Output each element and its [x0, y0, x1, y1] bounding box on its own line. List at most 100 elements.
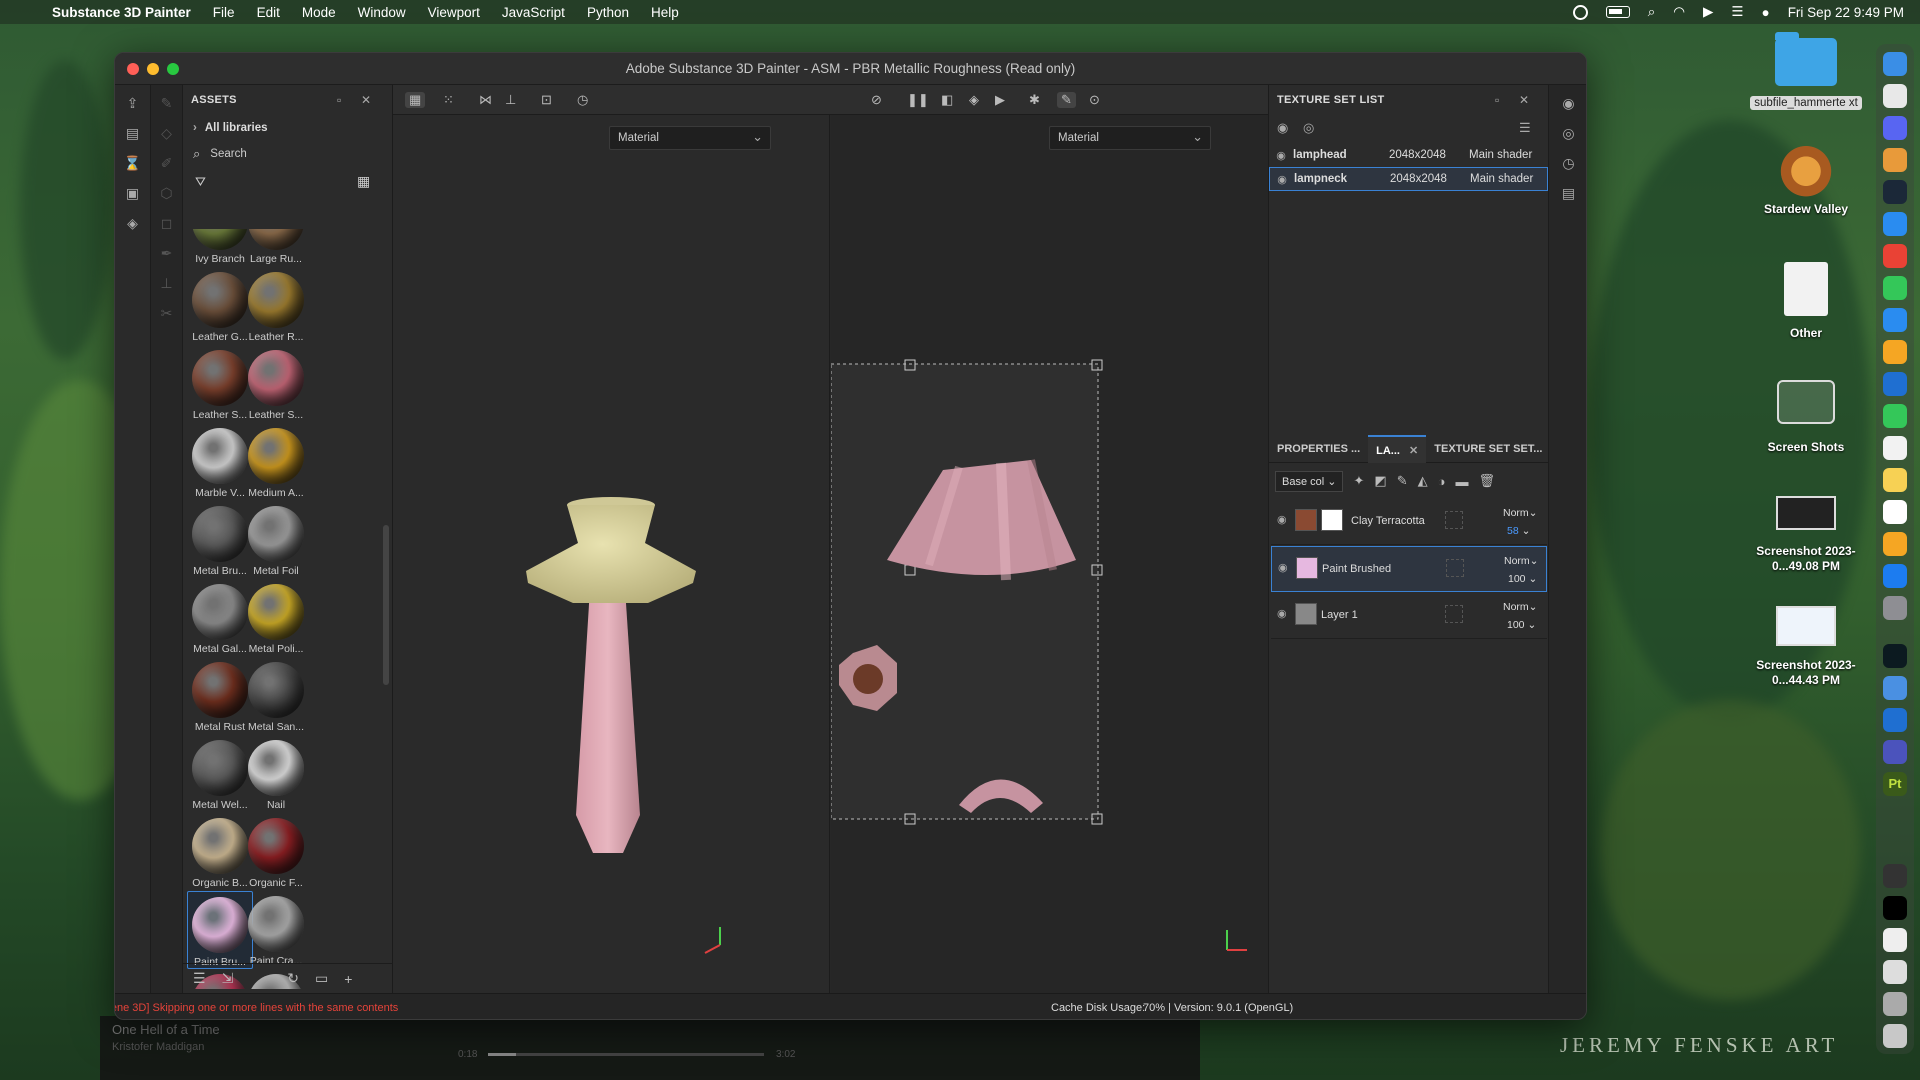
layer-mask-slot[interactable]	[1445, 605, 1463, 623]
blend-mode-dropdown[interactable]: Norm⌄	[1503, 507, 1537, 519]
filter-icon[interactable]: ⛛	[195, 174, 206, 190]
app-icon[interactable]	[1883, 708, 1907, 732]
asset-tile[interactable]: Organic F...	[243, 813, 309, 891]
window-thumb-icon[interactable]	[1883, 864, 1907, 888]
calendar-icon[interactable]	[1883, 436, 1907, 460]
app-store-icon[interactable]	[1883, 564, 1907, 588]
steam-icon[interactable]	[1883, 180, 1907, 204]
eye-toggle-icon[interactable]: ◉	[1277, 120, 1288, 136]
popout-icon[interactable]: ▫	[337, 93, 342, 107]
close-icon[interactable]: ✕	[1409, 445, 1418, 457]
display-settings-icon[interactable]: ◎	[1559, 125, 1579, 141]
library-selector[interactable]: › All libraries	[183, 115, 392, 141]
align-icon[interactable]: ⊥	[505, 92, 516, 108]
asset-tile[interactable]: Leather S...	[243, 345, 309, 423]
camera-icon[interactable]: ▶	[995, 92, 1005, 108]
add-folder-icon[interactable]: ▬	[1455, 474, 1468, 489]
app-icon[interactable]	[1883, 644, 1907, 668]
asset-tile[interactable]: Nail	[243, 735, 309, 813]
fit-icon[interactable]: ⊡	[541, 92, 552, 108]
camera-settings-icon[interactable]: ◉	[1559, 95, 1579, 111]
history-icon[interactable]: ◷	[1559, 155, 1579, 171]
add-icon[interactable]: +	[344, 971, 352, 987]
smudge-icon[interactable]: ◻	[157, 215, 177, 231]
popout-icon[interactable]: ▫	[1495, 93, 1500, 107]
eraser-icon[interactable]: ◇	[157, 125, 177, 141]
launchpad-icon[interactable]	[1883, 84, 1907, 108]
layer-row[interactable]: ◉ Clay Terracotta Norm⌄ 58 ⌄	[1271, 499, 1547, 545]
desktop-icon-screenshot-2[interactable]: Screenshot 2023-0...44.43 PM	[1746, 606, 1866, 688]
asset-tile[interactable]: Large Ru...	[243, 229, 309, 267]
grid-toggle-icon[interactable]: ▦	[405, 92, 426, 108]
desktop-icon-screenshots[interactable]: Screen Shots	[1746, 380, 1866, 454]
add-fill-layer-icon[interactable]: ◭	[1418, 473, 1428, 489]
layer-row[interactable]: ◉ Paint Brushed Norm⌄ 100 ⌄	[1271, 546, 1547, 592]
window-thumb-icon[interactable]	[1883, 928, 1907, 952]
zoom-window-button[interactable]	[167, 63, 179, 75]
clock[interactable]: Fri Sep 22 9:49 PM	[1788, 5, 1904, 20]
lighting-icon[interactable]: ✱	[1029, 92, 1040, 108]
document-icon[interactable]: ▣	[123, 185, 143, 201]
window-thumb-icon[interactable]	[1883, 992, 1907, 1016]
mask-thumbnail[interactable]	[1321, 509, 1343, 531]
pause-icon[interactable]: ❚❚	[907, 92, 929, 108]
play-icon[interactable]: ▶	[1703, 4, 1713, 20]
measure-icon[interactable]: ✂	[157, 305, 177, 321]
menu-help[interactable]: Help	[640, 5, 690, 20]
viewport-uv[interactable]: Material	[831, 115, 1268, 993]
texture-set-shader[interactable]: Main shader	[1469, 149, 1532, 161]
channel-dropdown[interactable]: Base col ⌄	[1275, 470, 1344, 492]
cube-icon[interactable]: ◈	[969, 92, 979, 108]
shelf-icon[interactable]: ⌛	[123, 155, 143, 171]
tab-layers[interactable]: LA... ✕	[1368, 434, 1427, 463]
new-folder-icon[interactable]: ▭	[315, 970, 328, 987]
facetime-icon[interactable]	[1883, 404, 1907, 428]
assets-icon[interactable]: ▤	[123, 125, 143, 141]
blend-mode-dropdown[interactable]: Norm⌄	[1504, 555, 1538, 567]
close-window-button[interactable]	[127, 63, 139, 75]
freeform-icon[interactable]	[1883, 500, 1907, 524]
battery-icon[interactable]	[1605, 6, 1630, 18]
paint-brush-icon[interactable]: ✎	[157, 95, 177, 111]
menu-window[interactable]: Window	[347, 5, 417, 20]
finder-icon[interactable]	[1883, 52, 1907, 76]
desktop-icon-folder[interactable]: subfile_hammerte xt	[1746, 32, 1866, 110]
opacity-value[interactable]: 100 ⌄	[1508, 573, 1537, 585]
screenshot-icon[interactable]: ⊙	[1089, 92, 1100, 108]
menu-javascript[interactable]: JavaScript	[491, 5, 576, 20]
export-icon[interactable]: ⇪	[123, 95, 143, 111]
siri-icon[interactable]: ●	[1762, 5, 1770, 20]
viewport-3d[interactable]: Material	[393, 115, 830, 993]
menu-edit[interactable]: Edit	[246, 5, 291, 20]
menu-python[interactable]: Python	[576, 5, 640, 20]
asset-tile[interactable]: Paint Cra...	[243, 891, 309, 969]
clone-icon[interactable]: ✒	[157, 245, 177, 261]
window-thumb-icon[interactable]	[1883, 960, 1907, 984]
mirror-icon[interactable]: ⋈	[479, 92, 492, 108]
music-progress[interactable]	[488, 1053, 764, 1056]
delete-icon[interactable]: 🗑	[1478, 473, 1495, 489]
split-view-icon[interactable]: ◧	[941, 92, 953, 108]
visibility-icon[interactable]: ◉	[1269, 149, 1293, 162]
import-icon[interactable]: ⇲	[222, 970, 234, 987]
texture-set-shader[interactable]: Main shader	[1470, 173, 1533, 185]
desktop-icon-stardew[interactable]: Stardew Valley	[1746, 146, 1866, 216]
brush-mode-icon[interactable]: ✎	[1057, 92, 1076, 108]
asset-tile[interactable]: Metal San...	[243, 657, 309, 735]
add-smart-material-icon[interactable]: ◑	[1438, 474, 1446, 489]
asset-tile[interactable]: Medium A...	[243, 423, 309, 501]
maps-icon[interactable]	[1883, 308, 1907, 332]
minimize-window-button[interactable]	[147, 63, 159, 75]
layer-row[interactable]: ◉ Layer 1 Norm⌄ 100 ⌄	[1271, 593, 1547, 639]
log-icon[interactable]: ▤	[1559, 185, 1579, 201]
projection-icon[interactable]: ✐	[157, 155, 177, 171]
creative-cloud-icon[interactable]	[1572, 4, 1588, 20]
visibility-icon[interactable]: ◉	[1270, 173, 1294, 186]
search-input[interactable]: Search	[210, 148, 246, 160]
search-icon[interactable]: ⌕	[1648, 4, 1656, 20]
layer-mask-slot[interactable]	[1446, 559, 1464, 577]
app-icon[interactable]	[1883, 676, 1907, 700]
grid-display-icon[interactable]: ⁙	[443, 92, 454, 108]
eye-icon[interactable]: ◎	[1303, 120, 1314, 136]
desktop-icon-screenshot-1[interactable]: Screenshot 2023-0...49.08 PM	[1746, 496, 1866, 574]
